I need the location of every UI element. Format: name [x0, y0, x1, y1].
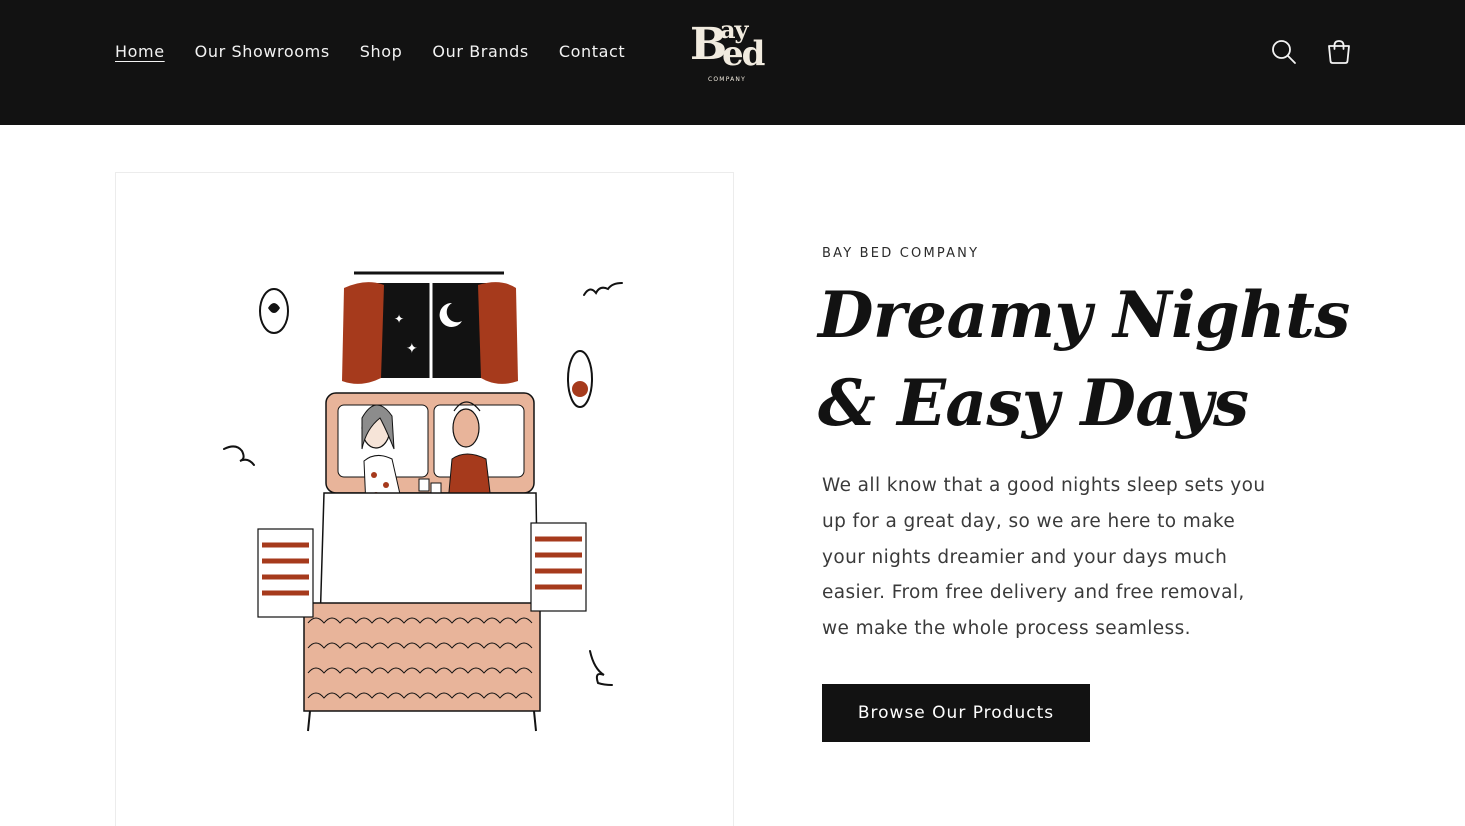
logo-ed: ed — [722, 34, 765, 74]
logo-tagline: COMPANY — [708, 76, 746, 83]
hero-headline: Dreamy Nights & Easy Days — [818, 272, 1378, 448]
hero-headline-line-2: & Easy Days — [818, 366, 1249, 441]
site-header: Home Our Showrooms Shop Our Brands Conta… — [0, 0, 1465, 125]
search-button[interactable] — [1268, 36, 1300, 68]
hero-image-frame: ✦ ✦ — [115, 172, 734, 826]
hero-eyebrow: BAY BED COMPANY — [822, 246, 980, 261]
cart-button[interactable] — [1323, 36, 1355, 68]
hero-body-text: We all know that a good nights sleep set… — [822, 475, 1266, 640]
search-icon — [1272, 40, 1296, 64]
browse-products-button[interactable]: Browse Our Products — [822, 684, 1090, 742]
brand-logo[interactable]: B ay ed COMPANY — [688, 18, 772, 86]
nav-link-home[interactable]: Home — [115, 40, 165, 64]
hero-headline-line-1: Dreamy Nights — [818, 278, 1350, 353]
bed-illustration: ✦ ✦ — [223, 271, 623, 732]
svg-text:✦: ✦ — [406, 341, 418, 357]
cart-icon — [1328, 40, 1350, 64]
nav-link-our-brands[interactable]: Our Brands — [432, 40, 528, 64]
nav-link-our-showrooms[interactable]: Our Showrooms — [195, 40, 330, 64]
main-nav: Home Our Showrooms Shop Our Brands Conta… — [115, 40, 625, 64]
nav-link-shop[interactable]: Shop — [360, 40, 403, 64]
svg-text:✦: ✦ — [394, 312, 404, 326]
nav-link-contact[interactable]: Contact — [559, 40, 625, 64]
